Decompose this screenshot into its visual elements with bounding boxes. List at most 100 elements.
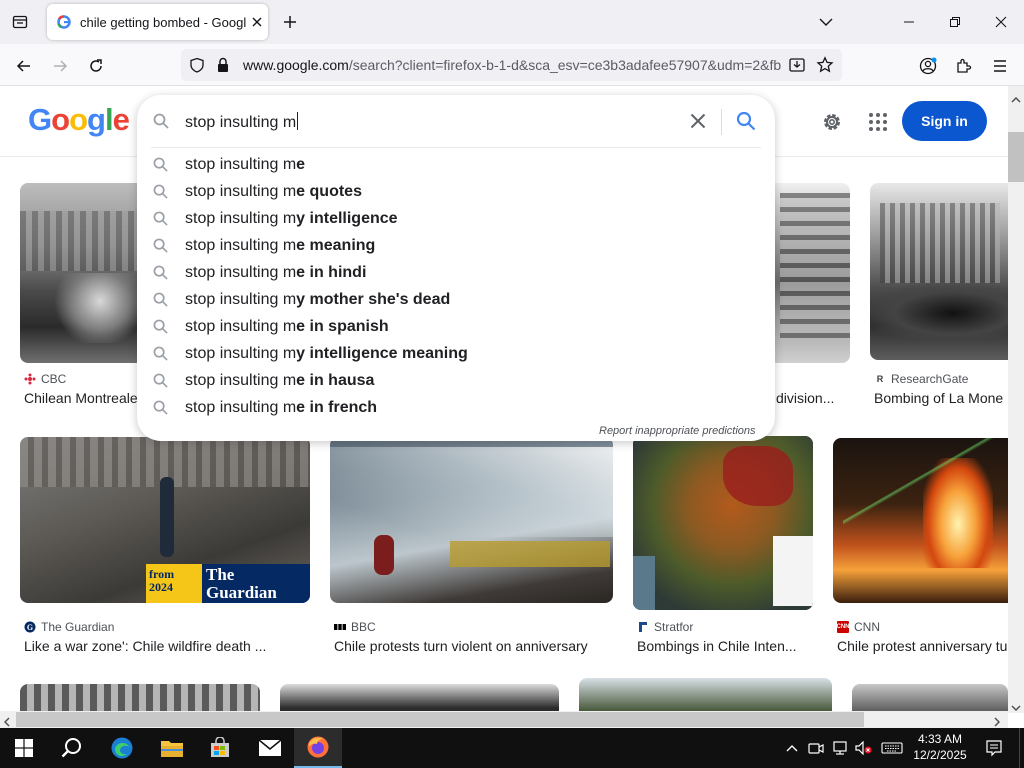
folder-icon xyxy=(161,741,183,757)
list-all-tabs-button[interactable] xyxy=(814,10,838,34)
action-center-icon[interactable] xyxy=(982,738,1006,758)
settings-button[interactable] xyxy=(818,108,846,136)
close-window-button[interactable] xyxy=(987,8,1015,36)
suggestion-completion: e xyxy=(296,155,306,173)
google-apps-button[interactable] xyxy=(864,108,892,136)
suggestion-item[interactable]: stop insulting my intelligence xyxy=(137,205,775,232)
volume-muted-icon[interactable] xyxy=(854,738,874,758)
taskbar-microsoft-store[interactable] xyxy=(196,728,244,768)
image-caption[interactable]: division... xyxy=(776,390,846,406)
report-predictions-link[interactable]: Report inappropriate predictions xyxy=(599,425,756,437)
meet-now-icon[interactable] xyxy=(806,738,826,758)
extensions-button[interactable] xyxy=(950,52,978,80)
suggestion-completion: e in spanish xyxy=(296,317,389,335)
menu-button[interactable] xyxy=(986,52,1014,80)
image-caption[interactable]: Bombing of La Mone xyxy=(874,390,1008,406)
lock-icon[interactable] xyxy=(216,57,230,78)
search-submit-button[interactable] xyxy=(733,108,759,134)
minimize-icon xyxy=(904,21,914,23)
suggestion-item[interactable]: stop insulting me in hindi xyxy=(137,259,775,286)
account-button[interactable] xyxy=(914,52,942,80)
suggestion-item[interactable]: stop insulting me meaning xyxy=(137,232,775,259)
image-caption[interactable]: Bombings in Chile Inten... xyxy=(637,638,813,654)
bookmark-star-icon[interactable] xyxy=(816,56,834,79)
firefox-view-button[interactable] xyxy=(8,10,32,34)
image-thumbnail[interactable] xyxy=(579,678,832,713)
suggestion-item[interactable]: stop insulting my mother she's dead xyxy=(137,286,775,313)
image-thumbnail[interactable] xyxy=(852,684,1008,713)
source-name: Stratfor xyxy=(654,620,694,634)
clear-search-button[interactable] xyxy=(686,109,710,133)
vertical-scrollbar[interactable] xyxy=(1008,86,1024,713)
account-icon xyxy=(919,57,937,75)
system-clock[interactable]: 4:33 AM 12/2/2025 xyxy=(906,731,974,763)
suggestion-item[interactable]: stop insulting me quotes xyxy=(137,178,775,205)
show-hidden-icons-chevron-icon[interactable] xyxy=(782,738,802,758)
image-thumbnail[interactable] xyxy=(330,437,613,603)
image-source: Stratfor xyxy=(637,620,693,634)
image-caption[interactable]: Chile protest anniversary tu xyxy=(837,638,1008,654)
taskbar-file-explorer[interactable] xyxy=(148,728,196,768)
search-query-text: stop insulting m xyxy=(185,114,297,131)
start-button[interactable] xyxy=(0,728,48,768)
google-favicon-icon xyxy=(56,14,72,30)
tracking-protection-icon[interactable] xyxy=(189,57,205,78)
svg-text:G: G xyxy=(27,623,33,632)
horizontal-scroll-thumb[interactable] xyxy=(16,712,864,727)
suggestion-item[interactable]: stop insulting me in hausa xyxy=(137,367,775,394)
taskbar-edge[interactable] xyxy=(98,728,146,768)
scroll-down-arrow-icon[interactable] xyxy=(1011,698,1021,716)
maximize-button[interactable] xyxy=(941,8,969,36)
suggestion-text: stop insulting me quotes xyxy=(185,183,362,201)
suggestion-prefix: stop insulting m xyxy=(185,263,297,281)
suggestion-prefix: stop insulting m xyxy=(185,209,297,227)
new-tab-button[interactable] xyxy=(278,10,302,34)
image-thumbnail[interactable] xyxy=(833,438,1008,603)
reader-download-icon[interactable] xyxy=(788,56,806,79)
horizontal-scrollbar[interactable] xyxy=(0,711,1008,728)
image-thumbnail[interactable] xyxy=(20,684,260,713)
close-icon xyxy=(690,113,706,129)
tab-active[interactable]: chile getting bombed - Google xyxy=(47,4,268,40)
image-caption[interactable]: Chile protests turn violent on anniversa… xyxy=(334,638,613,654)
taskbar-search-button[interactable] xyxy=(48,728,96,768)
guardian-logo-icon: G xyxy=(24,621,36,633)
back-button[interactable] xyxy=(10,52,38,80)
image-thumbnail[interactable] xyxy=(870,183,1008,360)
scroll-up-arrow-icon[interactable] xyxy=(1011,90,1021,108)
search-input[interactable]: stop insulting m xyxy=(185,112,299,132)
map-legend xyxy=(773,536,813,606)
image-caption[interactable]: Chilean Montreale xyxy=(24,390,142,406)
vertical-scroll-thumb[interactable] xyxy=(1008,132,1024,182)
url-bar[interactable]: www.google.com/search?client=firefox-b-1… xyxy=(181,49,842,81)
suggestion-text: stop insulting my mother she's dead xyxy=(185,291,450,309)
minimize-button[interactable] xyxy=(895,8,923,36)
suggestion-item[interactable]: stop insulting me in french xyxy=(137,394,775,421)
gear-icon xyxy=(824,114,840,130)
sign-in-button[interactable]: Sign in xyxy=(902,101,987,141)
taskbar-mail[interactable] xyxy=(246,728,294,768)
show-desktop-button[interactable] xyxy=(1019,728,1024,768)
image-thumbnail[interactable] xyxy=(20,183,150,363)
search-input-row: stop insulting m xyxy=(137,95,775,147)
tab-close-icon[interactable] xyxy=(248,13,266,31)
url-text[interactable]: www.google.com/search?client=firefox-b-1… xyxy=(243,57,791,73)
google-logo[interactable]: Google xyxy=(28,102,130,138)
forward-button[interactable] xyxy=(46,52,74,80)
suggestion-text: stop insulting me in french xyxy=(185,399,377,417)
image-caption[interactable]: Like a war zone': Chile wildfire death .… xyxy=(24,638,310,654)
suggestion-item[interactable]: stop insulting me xyxy=(137,151,775,178)
keyboard-icon[interactable] xyxy=(880,738,904,758)
taskbar-firefox[interactable] xyxy=(294,728,342,768)
network-icon[interactable] xyxy=(830,738,850,758)
store-bag-icon xyxy=(211,737,229,757)
image-thumbnail[interactable]: from 2024 The Guardian xyxy=(20,437,310,603)
suggestion-completion: y intelligence xyxy=(296,209,398,227)
suggestion-item[interactable]: stop insulting me in spanish xyxy=(137,313,775,340)
url-path: /search?client=firefox-b-1-d&sca_esv=ce3… xyxy=(348,57,782,73)
source-name: ResearchGate xyxy=(891,372,969,386)
image-thumbnail[interactable] xyxy=(280,684,559,713)
reload-button[interactable] xyxy=(82,52,110,80)
suggestion-item[interactable]: stop insulting my intelligence meaning xyxy=(137,340,775,367)
image-thumbnail[interactable] xyxy=(633,436,813,610)
